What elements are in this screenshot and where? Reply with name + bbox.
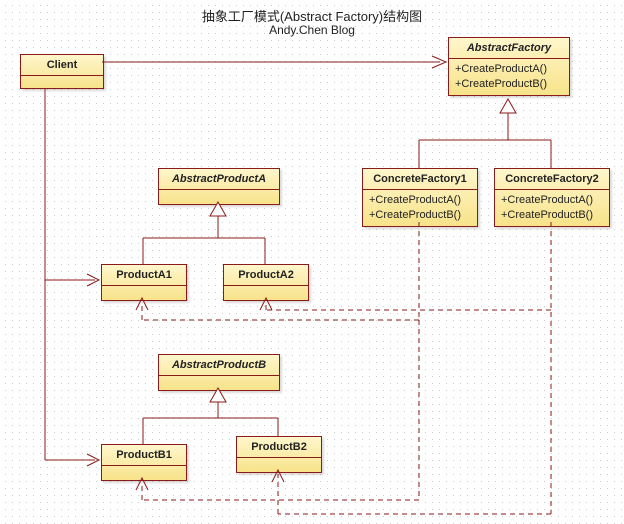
class-abstract-product-a: AbstractProductA	[158, 168, 280, 205]
class-concrete-factory-1: ConcreteFactory1 +CreateProductA() +Crea…	[362, 168, 478, 227]
method-create-product-a: +CreateProductA()	[455, 62, 563, 77]
class-concrete-factory-1-name: ConcreteFactory1	[363, 169, 477, 190]
method-create-product-b: +CreateProductB()	[501, 208, 603, 223]
class-product-b2: ProductB2	[236, 436, 322, 473]
class-client-name: Client	[21, 55, 103, 76]
method-create-product-a: +CreateProductA()	[369, 193, 471, 208]
class-concrete-factory-2-name: ConcreteFactory2	[495, 169, 609, 190]
method-create-product-a: +CreateProductA()	[501, 193, 603, 208]
class-product-a1: ProductA1	[101, 264, 187, 301]
class-product-a2: ProductA2	[223, 264, 309, 301]
diagram-subtitle: Andy.Chen Blog	[0, 23, 624, 37]
class-client: Client	[20, 54, 104, 89]
class-product-a2-name: ProductA2	[224, 265, 308, 286]
method-create-product-b: +CreateProductB()	[369, 208, 471, 223]
class-product-b2-name: ProductB2	[237, 437, 321, 458]
class-product-a1-name: ProductA1	[102, 265, 186, 286]
class-product-b1: ProductB1	[101, 444, 187, 481]
diagram-canvas: { "title": "抽象工厂模式(Abstract Factory)结构图"…	[0, 0, 624, 524]
class-abstract-factory: AbstractFactory +CreateProductA() +Creat…	[448, 37, 570, 96]
class-abstract-factory-name: AbstractFactory	[449, 38, 569, 59]
method-create-product-b: +CreateProductB()	[455, 77, 563, 92]
class-abstract-product-b-name: AbstractProductB	[159, 355, 279, 376]
class-abstract-product-a-name: AbstractProductA	[159, 169, 279, 190]
class-concrete-factory-2: ConcreteFactory2 +CreateProductA() +Crea…	[494, 168, 610, 227]
class-product-b1-name: ProductB1	[102, 445, 186, 466]
class-abstract-product-b: AbstractProductB	[158, 354, 280, 391]
